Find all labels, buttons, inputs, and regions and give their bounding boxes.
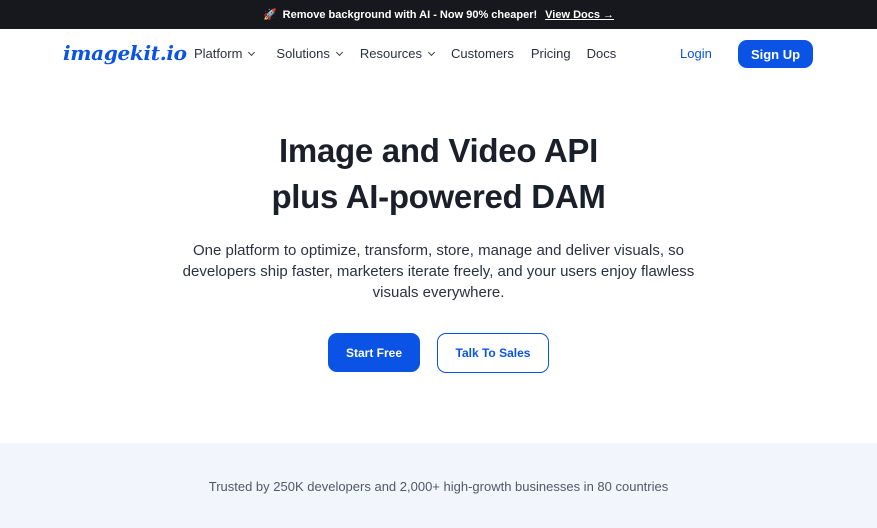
nav-item-label: Docs <box>586 46 617 61</box>
nav-item-docs[interactable]: Docs <box>587 46 617 61</box>
start-free-button[interactable]: Start Free <box>328 333 420 372</box>
rocket-icon: 🚀 <box>262 9 277 21</box>
talk-to-sales-button[interactable]: Talk To Sales <box>437 333 549 373</box>
nav-item-label: Customers <box>451 46 514 61</box>
trust-section: Trusted by 250K developers and 2,000+ hi… <box>0 443 877 528</box>
announcement-bar: 🚀 Remove background with AI - Now 90% ch… <box>0 0 877 29</box>
hero-title-line-2: plus AI-powered DAM <box>271 178 606 215</box>
hero-title: Image and Video API plus AI-powered DAM <box>0 128 877 220</box>
nav-item-customers[interactable]: Customers <box>451 46 514 61</box>
trust-statement: Trusted by 250K developers and 2,000+ hi… <box>208 479 669 494</box>
view-docs-link[interactable]: View Docs → <box>545 9 614 21</box>
chevron-down-icon <box>427 48 436 56</box>
chevron-down-icon <box>335 48 343 56</box>
nav-item-label: Platform <box>194 46 243 61</box>
nav-item-label: Resources <box>359 46 423 61</box>
nav-item-label: Pricing <box>530 46 571 61</box>
top-nav: imagekit.io Platform Solutions Resources… <box>0 29 877 79</box>
main-menu: Platform Solutions Resources Customers P… <box>194 46 616 61</box>
hero-title-line-1: Image and Video API <box>279 132 598 169</box>
sign-up-button[interactable]: Sign Up <box>738 40 813 68</box>
nav-item-platform[interactable]: Platform <box>194 46 256 61</box>
chevron-down-icon <box>248 48 256 56</box>
nav-item-pricing[interactable]: Pricing <box>531 46 571 61</box>
hero-subtitle: One platform to optimize, transform, sto… <box>182 242 695 301</box>
nav-item-resources[interactable]: Resources <box>359 46 436 61</box>
announcement-text: Remove background with AI - Now 90% chea… <box>282 8 538 21</box>
imagekit-logo[interactable]: imagekit.io <box>63 41 187 65</box>
nav-item-label: Solutions <box>276 46 330 61</box>
nav-item-solutions[interactable]: Solutions <box>276 46 343 61</box>
login-link[interactable]: Login <box>680 46 712 61</box>
